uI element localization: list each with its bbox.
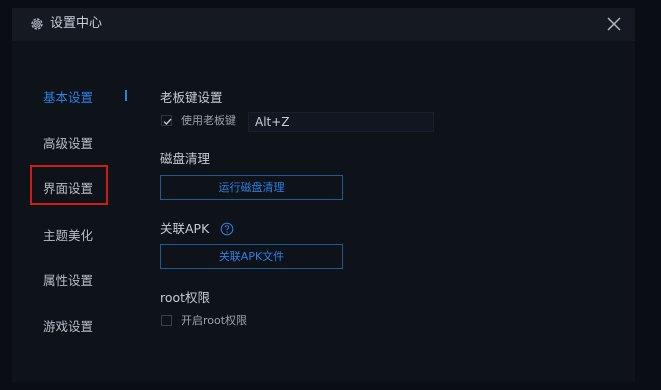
title-bar: 设置中心 xyxy=(12,8,635,41)
sidebar-item-advanced[interactable]: 高级设置 xyxy=(43,136,93,152)
boss-key-section-label: 老板键设置 xyxy=(160,90,223,105)
close-icon[interactable] xyxy=(604,14,624,34)
associate-apk-section-label: 关联APK xyxy=(160,221,210,236)
root-checkbox[interactable] xyxy=(161,315,172,326)
sidebar-item-theme[interactable]: 主题美化 xyxy=(43,228,93,244)
sidebar-item-game[interactable]: 游戏设置 xyxy=(43,319,93,335)
run-disk-cleanup-button[interactable]: 运行磁盘清理 xyxy=(160,175,343,200)
disk-cleanup-section-label: 磁盘清理 xyxy=(160,151,211,166)
boss-key-checkbox[interactable] xyxy=(161,115,172,126)
question-circle-icon[interactable] xyxy=(220,222,234,236)
root-checkbox-label: 开启root权限 xyxy=(181,314,248,327)
boss-key-hotkey-input[interactable]: Alt+Z xyxy=(248,112,434,132)
window-title: 设置中心 xyxy=(50,16,103,31)
checkmark-icon xyxy=(163,118,172,125)
gear-icon xyxy=(31,18,43,30)
sidebar-item-basic[interactable]: 基本设置 xyxy=(43,90,93,106)
boss-key-checkbox-label: 使用老板键 xyxy=(181,114,236,127)
root-section-label: root权限 xyxy=(160,290,211,305)
highlight-annotation xyxy=(30,165,108,205)
active-indicator xyxy=(125,90,127,101)
associate-apk-button[interactable]: 关联APK文件 xyxy=(160,244,343,269)
sidebar-item-properties[interactable]: 属性设置 xyxy=(43,273,93,289)
